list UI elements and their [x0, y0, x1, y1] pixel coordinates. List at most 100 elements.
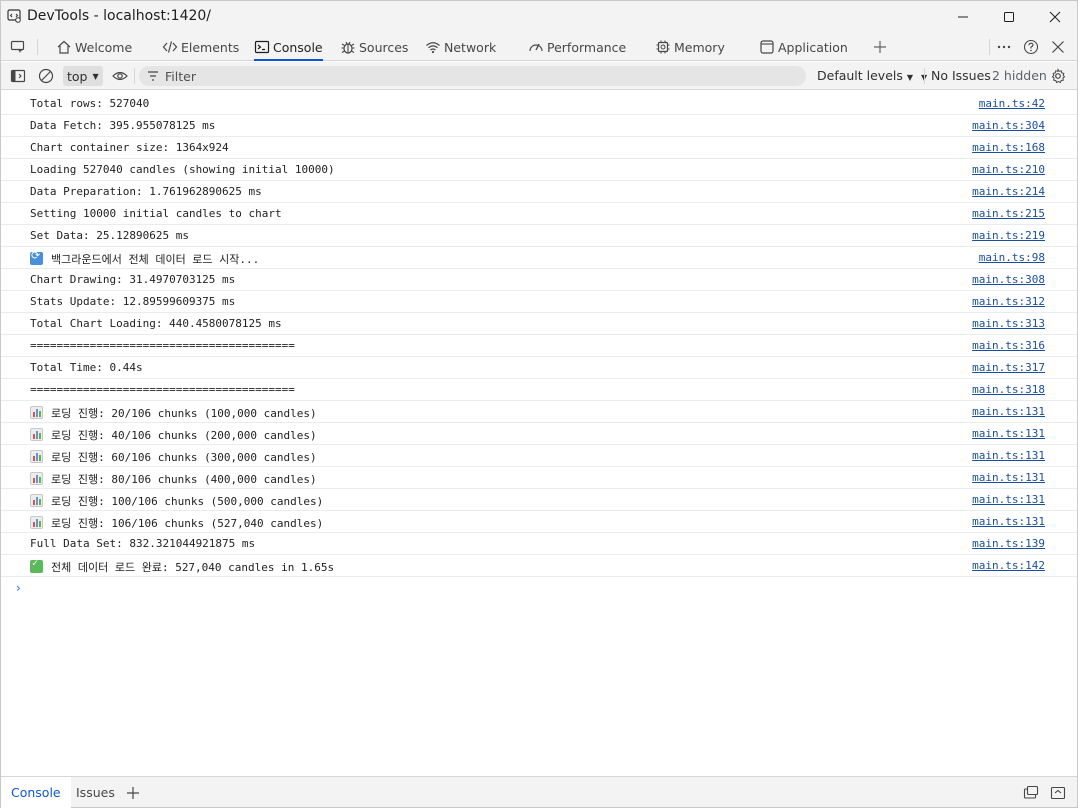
tab-sources[interactable]: Sources: [340, 33, 408, 61]
help-icon: [1023, 39, 1039, 55]
tab-label: Console: [273, 39, 323, 55]
divider: [924, 68, 925, 84]
show-sidebar-button[interactable]: [9, 67, 27, 85]
tab-console[interactable]: Console: [254, 33, 323, 61]
home-icon: [57, 40, 71, 54]
source-link[interactable]: main.ts:168: [972, 141, 1045, 154]
tab-network[interactable]: Network: [425, 33, 496, 61]
log-message: Data Preparation: 1.761962890625 ms: [30, 185, 262, 198]
source-link[interactable]: main.ts:210: [972, 163, 1045, 176]
source-link[interactable]: main.ts:214: [972, 185, 1045, 198]
context-label: top: [67, 68, 88, 84]
help-button[interactable]: [1022, 38, 1040, 56]
eye-icon: [112, 71, 128, 81]
divider: [989, 39, 990, 55]
log-message: Stats Update: 12.89599609375 ms: [30, 295, 235, 308]
tab-application[interactable]: Application: [759, 33, 848, 61]
log-text: Total Time: 0.44s: [30, 361, 143, 374]
source-link[interactable]: main.ts:131: [972, 515, 1045, 528]
dock-icon: [1023, 785, 1039, 799]
tab-label: Welcome: [75, 39, 133, 55]
source-link[interactable]: main.ts:313: [972, 317, 1045, 330]
source-link[interactable]: main.ts:215: [972, 207, 1045, 220]
source-link[interactable]: main.ts:131: [972, 471, 1045, 484]
js-context-select[interactable]: top ▼: [63, 66, 103, 86]
log-row: Loading 527040 candles (showing initial …: [1, 159, 1077, 181]
source-link[interactable]: main.ts:131: [972, 493, 1045, 506]
log-text: 로딩 진행: 60/106 chunks (300,000 candles): [51, 451, 317, 464]
drawer-tab-console[interactable]: Console: [1, 777, 71, 808]
log-message: 로딩 진행: 40/106 chunks (200,000 candles): [30, 427, 317, 443]
maximize-button[interactable]: [986, 1, 1032, 33]
tab-performance[interactable]: Performance: [528, 33, 626, 61]
filter-box[interactable]: [139, 66, 806, 86]
tab-elements[interactable]: Elements: [162, 33, 239, 61]
drawer-tab-issues[interactable]: Issues: [66, 777, 125, 808]
source-link[interactable]: main.ts:131: [972, 449, 1045, 462]
dock-drawer-button[interactable]: [1022, 784, 1040, 802]
live-expression-button[interactable]: [111, 67, 129, 85]
bar-chart-emoji-icon: [30, 406, 43, 419]
log-message: Data Fetch: 395.955078125 ms: [30, 119, 215, 132]
log-text: 로딩 진행: 40/106 chunks (200,000 candles): [51, 429, 317, 442]
hidden-messages-count: 2 hidden: [992, 68, 1047, 83]
wifi-icon: [426, 42, 440, 54]
issues-counter[interactable]: No Issues: [931, 68, 991, 83]
console-settings-button[interactable]: [1049, 67, 1067, 85]
tab-label: Network: [444, 39, 497, 55]
log-levels-dropdown[interactable]: Default levels▼▼: [817, 68, 927, 83]
tab-memory[interactable]: Memory: [655, 33, 725, 61]
device-toolbar-toggle[interactable]: [9, 38, 27, 56]
log-message: Chart container size: 1364x924: [30, 141, 229, 154]
filter-input[interactable]: [165, 68, 765, 84]
console-toolbar: top ▼ Default levels▼▼ No Issues 2 hidde…: [1, 62, 1077, 90]
source-link[interactable]: main.ts:312: [972, 295, 1045, 308]
tab-label: Issues: [76, 785, 115, 800]
log-list: Total rows: 527040 main.ts:42 Data Fetch: …: [1, 93, 1077, 577]
source-link[interactable]: main.ts:316: [972, 339, 1045, 352]
tab-welcome[interactable]: Welcome: [56, 33, 132, 61]
source-link[interactable]: main.ts:304: [972, 119, 1045, 132]
drawer-tab-strip: Console Issues: [1, 776, 1077, 808]
clear-console-button[interactable]: [37, 67, 55, 85]
source-link[interactable]: main.ts:131: [972, 427, 1045, 440]
console-prompt[interactable]: ›: [16, 581, 21, 595]
minimize-drawer-button[interactable]: [1049, 784, 1067, 802]
log-message: Setting 10000 initial candles to chart: [30, 207, 282, 220]
gauge-icon: [529, 43, 543, 52]
log-text: Chart Drawing: 31.4970703125 ms: [30, 273, 236, 286]
close-window-button[interactable]: [1032, 1, 1078, 33]
bar-chart-emoji-icon: [30, 428, 43, 441]
source-link[interactable]: main.ts:98: [979, 251, 1045, 264]
log-text: ========================================: [30, 339, 295, 352]
log-message: ========================================: [30, 383, 295, 396]
source-link[interactable]: main.ts:142: [972, 559, 1045, 572]
gear-icon: [1051, 68, 1066, 84]
log-message: Loading 527040 candles (showing initial …: [30, 163, 335, 176]
source-link[interactable]: main.ts:42: [979, 97, 1045, 110]
more-tabs-button[interactable]: [871, 38, 889, 56]
add-drawer-tab-button[interactable]: [124, 784, 142, 802]
log-row: 로딩 진행: 40/106 chunks (200,000 candles) ma…: [1, 423, 1077, 445]
chevron-down-icon: ▼: [906, 73, 914, 82]
source-link[interactable]: main.ts:219: [972, 229, 1045, 242]
log-message: 로딩 진행: 60/106 chunks (300,000 candles): [30, 449, 317, 465]
source-link[interactable]: main.ts:308: [972, 273, 1045, 286]
chip-icon: [656, 40, 670, 54]
log-text: Loading 527040 candles (showing initial …: [30, 163, 335, 176]
log-row: 백그라운드에서 전체 데이터 로드 시작... main.ts:98: [1, 247, 1077, 269]
source-link[interactable]: main.ts:317: [972, 361, 1045, 374]
source-link[interactable]: main.ts:139: [972, 537, 1045, 550]
log-message: 로딩 진행: 106/106 chunks (527,040 candles): [30, 515, 323, 531]
minimize-button[interactable]: [940, 1, 986, 33]
bar-chart-emoji-icon: [30, 450, 43, 463]
log-row: 로딩 진행: 106/106 chunks (527,040 candles) m…: [1, 511, 1077, 533]
minimize-icon: [958, 16, 968, 18]
bar-chart-emoji-icon: [30, 472, 43, 485]
source-link[interactable]: main.ts:131: [972, 405, 1045, 418]
log-row: Chart container size: 1364x924 main.ts:16…: [1, 137, 1077, 159]
customize-menu-button[interactable]: [995, 38, 1013, 56]
log-row: Total Chart Loading: 440.4580078125 ms ma…: [1, 313, 1077, 335]
source-link[interactable]: main.ts:318: [972, 383, 1045, 396]
close-devtools-button[interactable]: [1049, 38, 1067, 56]
